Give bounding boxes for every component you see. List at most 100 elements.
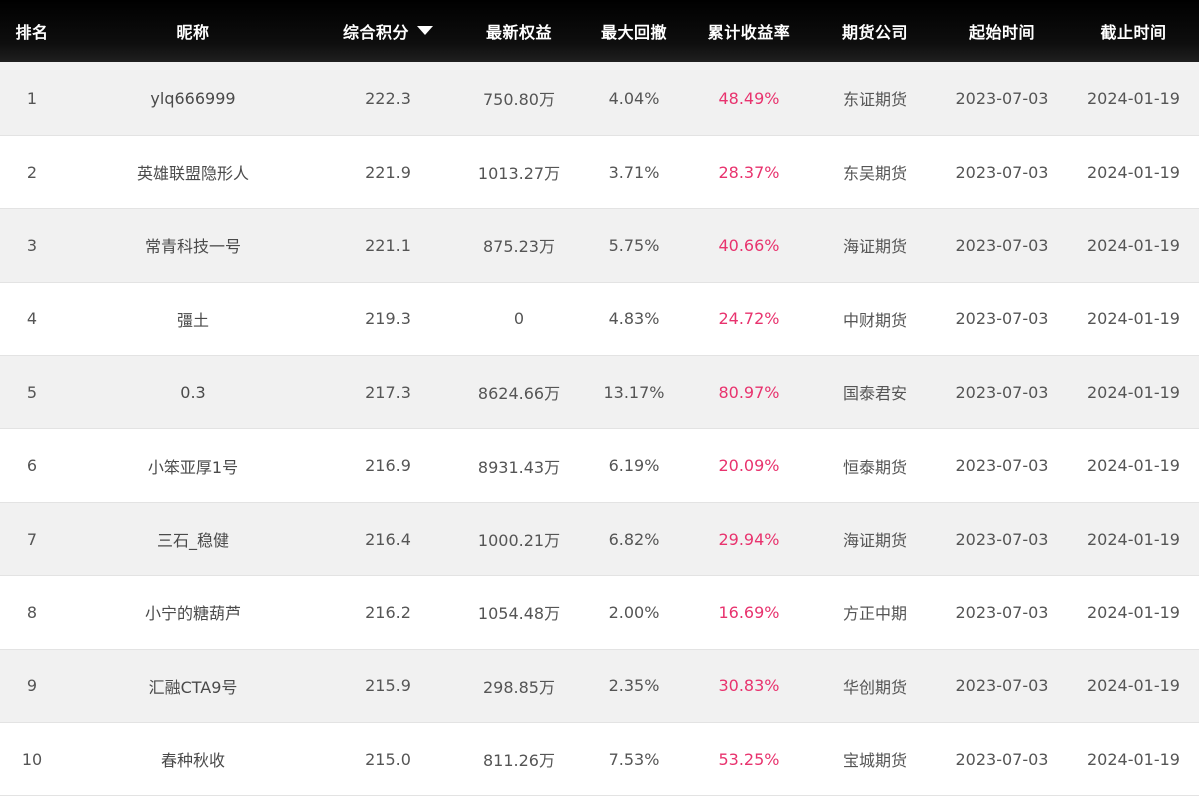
cell-return-rate: 30.83% <box>718 676 780 696</box>
cell-equity: 8624.66万 <box>477 384 561 404</box>
cell-nickname[interactable]: 彊土 <box>64 282 322 355</box>
cell-score: 216.9 <box>365 456 411 476</box>
cell-broker: 恒泰期货 <box>842 457 907 477</box>
cell-end-time: 2024-01-19 <box>1087 529 1180 549</box>
cell-return-rate: 80.97% <box>718 382 780 402</box>
cell-equity: 875.23万 <box>483 237 555 257</box>
cell-nickname[interactable]: 英雄联盟隐形人 <box>64 135 322 208</box>
cell-drawdown: 2.35% <box>608 676 660 696</box>
table-row[interactable]: 6 小笨亚厚1号 216.9 8931.43万 6.19% 20.09% 恒泰期货 2023-… <box>0 428 1199 503</box>
cell-broker: 海证期货 <box>842 531 907 551</box>
cell-end-time: 2024-01-19 <box>1087 162 1180 182</box>
cell-drawdown: 2.00% <box>608 602 660 622</box>
cell-return-rate: 16.69% <box>718 602 780 622</box>
cell-end-time: 2024-01-19 <box>1087 456 1180 476</box>
cell-nickname[interactable]: 常青科技一号 <box>64 209 322 282</box>
table-row[interactable]: 9 汇融CTA9号 215.9 298.85万 2.35% 30.83% 华创期货 2023-… <box>0 649 1199 723</box>
cell-start-time: 2023-07-03 <box>955 235 1049 255</box>
cell-drawdown: 5.75% <box>608 235 660 255</box>
cell-rank: 5 <box>26 382 38 402</box>
column-header-score[interactable]: 综合积分 <box>322 0 454 62</box>
column-header-equity-label: 最新权益 <box>485 23 552 42</box>
cell-broker: 东证期货 <box>842 90 907 110</box>
cell-equity: 8931.43万 <box>477 457 561 477</box>
cell-broker: 方正中期 <box>842 604 907 624</box>
cell-broker: 国泰君安 <box>842 384 907 404</box>
column-header-broker[interactable]: 期货公司 <box>814 0 936 62</box>
column-header-score-label: 综合积分 <box>342 23 409 42</box>
cell-start-time: 2023-07-03 <box>955 602 1049 622</box>
column-header-return-rate[interactable]: 累计收益率 <box>684 0 814 62</box>
column-header-broker-label: 期货公司 <box>841 23 908 42</box>
cell-rank: 2 <box>26 162 38 182</box>
cell-nickname[interactable]: 小笨亚厚1号 <box>64 429 322 502</box>
cell-rank: 7 <box>26 529 38 549</box>
table-row[interactable]: 8 小宁的糖葫芦 216.2 1054.48万 2.00% 16.69% 方正中期 2023-… <box>0 575 1199 650</box>
cell-equity: 1054.48万 <box>477 604 561 624</box>
table-row[interactable]: 1 ylq666999 222.3 750.80万 4.04% 48.49% 东证期货 202… <box>0 62 1199 136</box>
column-header-start-time[interactable]: 起始时间 <box>936 0 1068 62</box>
table-row[interactable]: 7 三石_稳健 216.4 1000.21万 6.82% 29.94% 海证期货 2023-0… <box>0 502 1199 576</box>
column-header-start-time-label: 起始时间 <box>968 23 1035 42</box>
cell-end-time: 2024-01-19 <box>1087 602 1180 622</box>
cell-nickname[interactable]: 汇融CTA9号 <box>64 649 322 722</box>
table-row[interactable]: 3 常青科技一号 221.1 875.23万 5.75% 40.66% 海证期货 2023-0… <box>0 208 1199 283</box>
cell-nickname[interactable]: 春种秋收 <box>64 723 322 796</box>
cell-end-time: 2024-01-19 <box>1087 749 1180 769</box>
cell-return-rate: 28.37% <box>718 162 780 182</box>
cell-return-rate: 48.49% <box>718 88 780 108</box>
cell-drawdown: 13.17% <box>603 382 665 402</box>
cell-score: 221.9 <box>365 162 411 182</box>
cell-return-rate: 40.66% <box>718 235 780 255</box>
cell-equity: 1013.27万 <box>477 164 561 184</box>
column-header-equity[interactable]: 最新权益 <box>454 0 584 62</box>
table-row[interactable]: 2 英雄联盟隐形人 221.9 1013.27万 3.71% 28.37% 东吴期货 2023… <box>0 135 1199 209</box>
table-row[interactable]: 10 春种秋收 215.0 811.26万 7.53% 53.25% 宝城期货 2023-07… <box>0 722 1199 796</box>
cell-nickname[interactable]: ylq666999 <box>64 62 322 135</box>
ranking-table-container: 排名 昵称 综合积分 最新权益 最大回撤 累计收益率 期货公司 起始时间 截止时… <box>0 0 1199 796</box>
cell-nickname[interactable]: 小宁的糖葫芦 <box>64 576 322 649</box>
cell-rank: 9 <box>26 676 38 696</box>
table-row[interactable]: 5 0.3 217.3 8624.66万 13.17% 80.97% 国泰君安 2023-07… <box>0 355 1199 429</box>
cell-end-time: 2024-01-19 <box>1087 88 1180 108</box>
cell-drawdown: 7.53% <box>608 749 660 769</box>
cell-score: 221.1 <box>365 235 411 255</box>
caret-down-icon[interactable] <box>417 26 433 35</box>
column-header-drawdown-label: 最大回撤 <box>600 23 667 42</box>
cell-score: 217.3 <box>365 382 411 402</box>
cell-return-rate: 53.25% <box>718 749 780 769</box>
cell-rank: 6 <box>26 456 38 476</box>
cell-rank: 4 <box>26 309 38 329</box>
cell-drawdown: 6.82% <box>608 529 660 549</box>
cell-return-rate: 24.72% <box>718 309 780 329</box>
column-header-nickname[interactable]: 昵称 <box>64 0 322 62</box>
column-header-drawdown[interactable]: 最大回撤 <box>584 0 684 62</box>
column-header-rank-label: 排名 <box>15 23 49 42</box>
cell-nickname[interactable]: 0.3 <box>64 356 322 429</box>
cell-score: 216.2 <box>365 602 411 622</box>
cell-equity: 811.26万 <box>483 751 555 771</box>
cell-drawdown: 6.19% <box>608 456 660 476</box>
cell-broker: 东吴期货 <box>842 164 907 184</box>
cell-broker: 中财期货 <box>842 310 907 330</box>
cell-rank: 10 <box>21 749 43 769</box>
table-header-row: 排名 昵称 综合积分 最新权益 最大回撤 累计收益率 期货公司 起始时间 截止时… <box>0 0 1199 62</box>
cell-end-time: 2024-01-19 <box>1087 309 1180 329</box>
table-row[interactable]: 4 彊土 219.3 0 4.83% 24.72% 中财期货 2023-07-03 2024-0… <box>0 282 1199 356</box>
cell-score: 215.0 <box>365 749 411 769</box>
cell-start-time: 2023-07-03 <box>955 382 1049 402</box>
column-header-end-time[interactable]: 截止时间 <box>1068 0 1199 62</box>
column-header-return-rate-label: 累计收益率 <box>707 23 791 42</box>
cell-score: 216.4 <box>365 529 411 549</box>
cell-start-time: 2023-07-03 <box>955 162 1049 182</box>
column-header-rank[interactable]: 排名 <box>0 0 64 62</box>
cell-broker: 海证期货 <box>842 237 907 257</box>
cell-equity: 0 <box>513 309 525 329</box>
cell-start-time: 2023-07-03 <box>955 749 1049 769</box>
column-header-end-time-label: 截止时间 <box>1100 23 1167 42</box>
cell-drawdown: 3.71% <box>608 162 660 182</box>
cell-end-time: 2024-01-19 <box>1087 676 1180 696</box>
cell-rank: 3 <box>26 235 38 255</box>
cell-nickname[interactable]: 三石_稳健 <box>64 502 322 575</box>
cell-start-time: 2023-07-03 <box>955 529 1049 549</box>
